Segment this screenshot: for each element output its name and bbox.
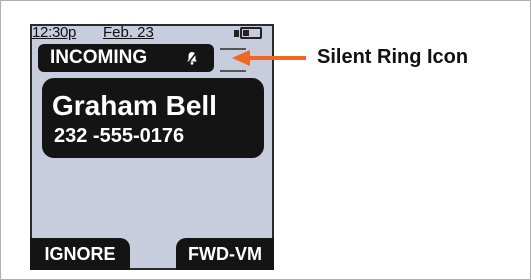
- callout-label: Silent Ring Icon: [317, 46, 469, 68]
- callout-arrow: [232, 50, 306, 66]
